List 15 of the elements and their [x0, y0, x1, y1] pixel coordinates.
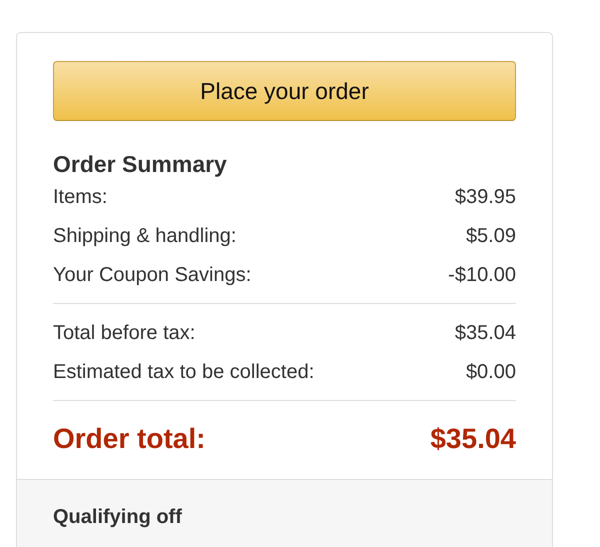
- place-order-button[interactable]: Place your order: [53, 61, 516, 121]
- row-label: Your Coupon Savings:: [53, 263, 252, 288]
- row-value: $35.04: [454, 321, 516, 346]
- summary-title: Order Summary: [53, 151, 228, 178]
- row-label: Estimated tax to be collected:: [53, 360, 314, 385]
- row-value: $0.00: [466, 360, 516, 385]
- row-value: $39.95: [454, 185, 516, 210]
- row-value: $5.09: [466, 224, 516, 249]
- row-value: -$10.00: [448, 263, 516, 288]
- row-label: Items:: [53, 185, 108, 210]
- row-label: Total before tax:: [53, 321, 196, 346]
- row-label: Shipping & handling:: [53, 224, 236, 249]
- total-label: Order total:: [53, 422, 206, 456]
- offers-heading: Qualifying off: [53, 506, 183, 529]
- total-value: $35.04: [430, 422, 516, 456]
